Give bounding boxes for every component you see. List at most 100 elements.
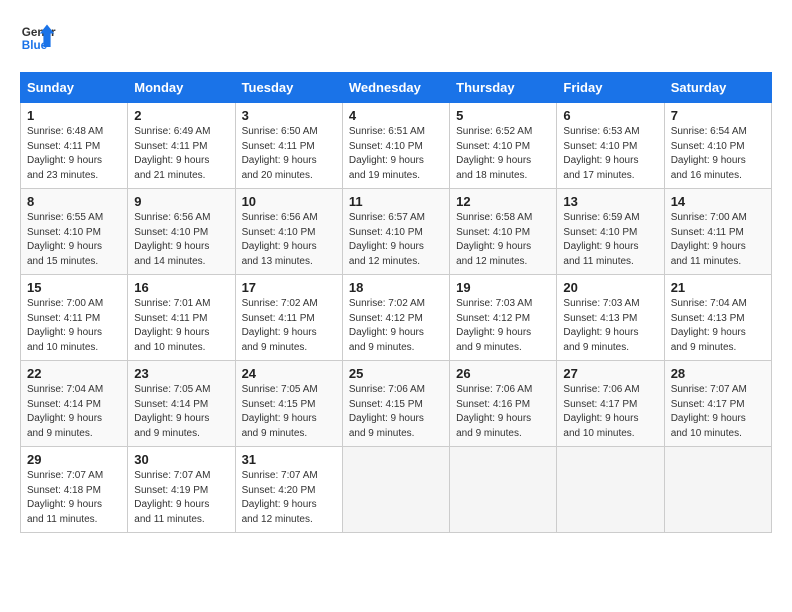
day-cell-1: 1 Sunrise: 6:48 AMSunset: 4:11 PMDayligh… [21, 103, 128, 189]
day-cell-28: 28 Sunrise: 7:07 AMSunset: 4:17 PMDaylig… [664, 361, 771, 447]
day-cell-16: 16 Sunrise: 7:01 AMSunset: 4:11 PMDaylig… [128, 275, 235, 361]
day-cell-26: 26 Sunrise: 7:06 AMSunset: 4:16 PMDaylig… [450, 361, 557, 447]
day-number: 12 [456, 194, 550, 209]
day-number: 25 [349, 366, 443, 381]
day-number: 4 [349, 108, 443, 123]
day-number: 20 [563, 280, 657, 295]
day-number: 2 [134, 108, 228, 123]
day-cell-23: 23 Sunrise: 7:05 AMSunset: 4:14 PMDaylig… [128, 361, 235, 447]
day-header-friday: Friday [557, 73, 664, 103]
day-number: 13 [563, 194, 657, 209]
day-number: 18 [349, 280, 443, 295]
day-header-sunday: Sunday [21, 73, 128, 103]
day-cell-27: 27 Sunrise: 7:06 AMSunset: 4:17 PMDaylig… [557, 361, 664, 447]
day-number: 27 [563, 366, 657, 381]
week-row-1: 1 Sunrise: 6:48 AMSunset: 4:11 PMDayligh… [21, 103, 772, 189]
day-info: Sunrise: 7:04 AMSunset: 4:13 PMDaylight:… [671, 298, 747, 353]
day-info: Sunrise: 6:56 AMSunset: 4:10 PMDaylight:… [242, 212, 318, 267]
day-info: Sunrise: 7:07 AMSunset: 4:18 PMDaylight:… [27, 470, 103, 525]
day-info: Sunrise: 7:04 AMSunset: 4:14 PMDaylight:… [27, 384, 103, 439]
empty-cell [342, 447, 449, 533]
empty-cell [450, 447, 557, 533]
day-info: Sunrise: 7:05 AMSunset: 4:14 PMDaylight:… [134, 384, 210, 439]
day-number: 26 [456, 366, 550, 381]
day-info: Sunrise: 6:53 AMSunset: 4:10 PMDaylight:… [563, 126, 639, 181]
day-cell-3: 3 Sunrise: 6:50 AMSunset: 4:11 PMDayligh… [235, 103, 342, 189]
day-number: 28 [671, 366, 765, 381]
day-info: Sunrise: 7:03 AMSunset: 4:13 PMDaylight:… [563, 298, 639, 353]
day-header-wednesday: Wednesday [342, 73, 449, 103]
day-number: 14 [671, 194, 765, 209]
day-info: Sunrise: 6:51 AMSunset: 4:10 PMDaylight:… [349, 126, 425, 181]
week-row-3: 15 Sunrise: 7:00 AMSunset: 4:11 PMDaylig… [21, 275, 772, 361]
day-header-thursday: Thursday [450, 73, 557, 103]
day-number: 31 [242, 452, 336, 467]
day-info: Sunrise: 6:49 AMSunset: 4:11 PMDaylight:… [134, 126, 210, 181]
day-cell-11: 11 Sunrise: 6:57 AMSunset: 4:10 PMDaylig… [342, 189, 449, 275]
day-info: Sunrise: 7:01 AMSunset: 4:11 PMDaylight:… [134, 298, 210, 353]
day-number: 24 [242, 366, 336, 381]
day-number: 21 [671, 280, 765, 295]
day-number: 6 [563, 108, 657, 123]
day-info: Sunrise: 7:00 AMSunset: 4:11 PMDaylight:… [671, 212, 747, 267]
week-row-5: 29 Sunrise: 7:07 AMSunset: 4:18 PMDaylig… [21, 447, 772, 533]
day-number: 7 [671, 108, 765, 123]
day-info: Sunrise: 7:03 AMSunset: 4:12 PMDaylight:… [456, 298, 532, 353]
day-info: Sunrise: 6:57 AMSunset: 4:10 PMDaylight:… [349, 212, 425, 267]
day-number: 29 [27, 452, 121, 467]
day-number: 22 [27, 366, 121, 381]
day-cell-21: 21 Sunrise: 7:04 AMSunset: 4:13 PMDaylig… [664, 275, 771, 361]
day-cell-29: 29 Sunrise: 7:07 AMSunset: 4:18 PMDaylig… [21, 447, 128, 533]
day-info: Sunrise: 7:06 AMSunset: 4:15 PMDaylight:… [349, 384, 425, 439]
day-cell-25: 25 Sunrise: 7:06 AMSunset: 4:15 PMDaylig… [342, 361, 449, 447]
day-cell-30: 30 Sunrise: 7:07 AMSunset: 4:19 PMDaylig… [128, 447, 235, 533]
day-info: Sunrise: 7:07 AMSunset: 4:20 PMDaylight:… [242, 470, 318, 525]
day-number: 1 [27, 108, 121, 123]
day-number: 19 [456, 280, 550, 295]
day-info: Sunrise: 7:07 AMSunset: 4:19 PMDaylight:… [134, 470, 210, 525]
day-info: Sunrise: 6:58 AMSunset: 4:10 PMDaylight:… [456, 212, 532, 267]
day-cell-31: 31 Sunrise: 7:07 AMSunset: 4:20 PMDaylig… [235, 447, 342, 533]
day-number: 3 [242, 108, 336, 123]
day-number: 16 [134, 280, 228, 295]
calendar-table: SundayMondayTuesdayWednesdayThursdayFrid… [20, 72, 772, 533]
day-cell-20: 20 Sunrise: 7:03 AMSunset: 4:13 PMDaylig… [557, 275, 664, 361]
header: General Blue [20, 20, 772, 56]
day-info: Sunrise: 6:55 AMSunset: 4:10 PMDaylight:… [27, 212, 103, 267]
day-cell-14: 14 Sunrise: 7:00 AMSunset: 4:11 PMDaylig… [664, 189, 771, 275]
day-number: 30 [134, 452, 228, 467]
day-cell-24: 24 Sunrise: 7:05 AMSunset: 4:15 PMDaylig… [235, 361, 342, 447]
day-cell-4: 4 Sunrise: 6:51 AMSunset: 4:10 PMDayligh… [342, 103, 449, 189]
day-info: Sunrise: 6:48 AMSunset: 4:11 PMDaylight:… [27, 126, 103, 181]
day-header-monday: Monday [128, 73, 235, 103]
day-number: 23 [134, 366, 228, 381]
day-header-saturday: Saturday [664, 73, 771, 103]
day-info: Sunrise: 7:02 AMSunset: 4:12 PMDaylight:… [349, 298, 425, 353]
day-info: Sunrise: 7:02 AMSunset: 4:11 PMDaylight:… [242, 298, 318, 353]
day-number: 5 [456, 108, 550, 123]
day-info: Sunrise: 7:05 AMSunset: 4:15 PMDaylight:… [242, 384, 318, 439]
day-cell-2: 2 Sunrise: 6:49 AMSunset: 4:11 PMDayligh… [128, 103, 235, 189]
day-cell-7: 7 Sunrise: 6:54 AMSunset: 4:10 PMDayligh… [664, 103, 771, 189]
day-cell-19: 19 Sunrise: 7:03 AMSunset: 4:12 PMDaylig… [450, 275, 557, 361]
day-info: Sunrise: 6:54 AMSunset: 4:10 PMDaylight:… [671, 126, 747, 181]
day-info: Sunrise: 6:52 AMSunset: 4:10 PMDaylight:… [456, 126, 532, 181]
day-number: 8 [27, 194, 121, 209]
day-cell-13: 13 Sunrise: 6:59 AMSunset: 4:10 PMDaylig… [557, 189, 664, 275]
day-info: Sunrise: 7:07 AMSunset: 4:17 PMDaylight:… [671, 384, 747, 439]
logo-icon: General Blue [20, 20, 56, 56]
day-cell-17: 17 Sunrise: 7:02 AMSunset: 4:11 PMDaylig… [235, 275, 342, 361]
day-cell-12: 12 Sunrise: 6:58 AMSunset: 4:10 PMDaylig… [450, 189, 557, 275]
day-number: 11 [349, 194, 443, 209]
week-row-4: 22 Sunrise: 7:04 AMSunset: 4:14 PMDaylig… [21, 361, 772, 447]
day-cell-15: 15 Sunrise: 7:00 AMSunset: 4:11 PMDaylig… [21, 275, 128, 361]
day-number: 10 [242, 194, 336, 209]
day-cell-18: 18 Sunrise: 7:02 AMSunset: 4:12 PMDaylig… [342, 275, 449, 361]
day-number: 15 [27, 280, 121, 295]
day-info: Sunrise: 7:00 AMSunset: 4:11 PMDaylight:… [27, 298, 103, 353]
empty-cell [557, 447, 664, 533]
day-header-tuesday: Tuesday [235, 73, 342, 103]
day-info: Sunrise: 6:50 AMSunset: 4:11 PMDaylight:… [242, 126, 318, 181]
day-cell-8: 8 Sunrise: 6:55 AMSunset: 4:10 PMDayligh… [21, 189, 128, 275]
day-cell-9: 9 Sunrise: 6:56 AMSunset: 4:10 PMDayligh… [128, 189, 235, 275]
